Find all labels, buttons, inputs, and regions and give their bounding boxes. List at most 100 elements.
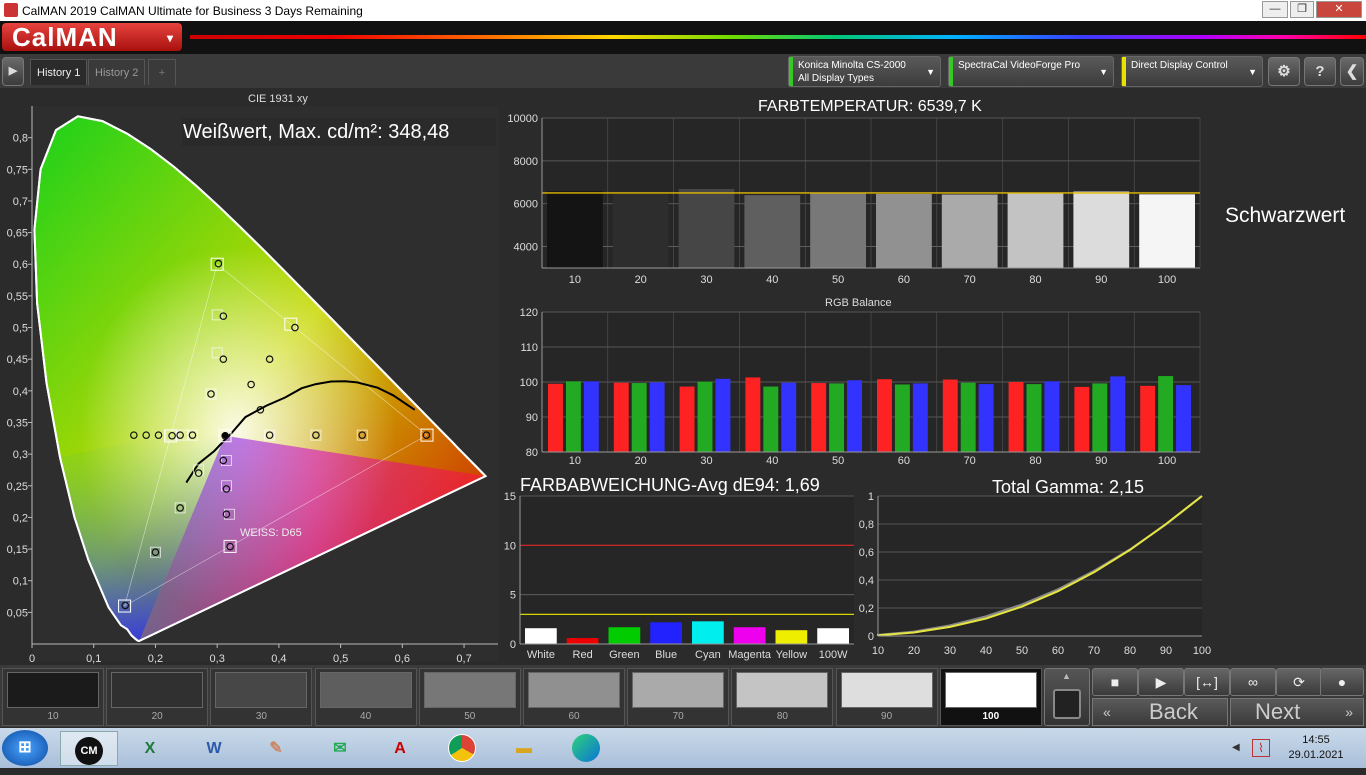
x-tick-label: 10 xyxy=(569,455,581,467)
folder-icon: ▬ xyxy=(516,740,532,757)
rgb-bar xyxy=(631,383,647,452)
display-control-selector[interactable]: Direct Display Control ▼ xyxy=(1121,56,1263,87)
tray-app-icon[interactable]: ⌇ xyxy=(1252,739,1270,757)
double-chevron-right-icon: » xyxy=(1345,704,1353,720)
x-tick-label: 90 xyxy=(1160,645,1172,657)
source-selector[interactable]: SpectraCal VideoForge Pro ▼ xyxy=(948,56,1114,87)
collapse-button[interactable]: ❮ xyxy=(1340,57,1364,86)
tray-clock[interactable]: 14:55 29.01.2021 xyxy=(1276,733,1356,763)
x-tick-label: 10 xyxy=(569,274,581,286)
taskbar-calman[interactable]: CM xyxy=(60,731,118,766)
app-icon xyxy=(4,3,18,17)
cie-panel: 0 0,1 0,2 0,3 0,4 0,5 0,6 0,7 0,05 0,1 0,15 0,2 0,25… xyxy=(0,88,498,668)
minimize-button[interactable]: — xyxy=(1262,1,1288,18)
expand-panel-button[interactable]: ▶ xyxy=(2,57,24,86)
rgb-bar xyxy=(1008,382,1024,452)
rgb-bar xyxy=(942,379,958,452)
taskbar-chrome[interactable] xyxy=(440,731,484,766)
play-button[interactable]: ▶ xyxy=(1138,668,1184,696)
x-tick-label: 70 xyxy=(964,274,976,286)
x-tick-label: 10 xyxy=(872,645,884,657)
swatch-60[interactable]: 60 xyxy=(523,668,625,726)
close-button[interactable]: ✕ xyxy=(1316,1,1362,18)
y-tick-label: 0 xyxy=(868,631,874,643)
x-tick-label: 0,4 xyxy=(271,653,286,665)
colortemp-bar xyxy=(612,192,669,268)
x-tick-label: 70 xyxy=(1088,645,1100,657)
gamma-chart: 0 0,2 0,4 0,6 0,8 1 10 20 30 40 50 60 70 80 90 100 xyxy=(859,491,1211,657)
taskbar-explorer[interactable]: ▬ xyxy=(502,731,546,766)
y-tick-label: 0,6 xyxy=(859,547,874,559)
y-tick-label: 10000 xyxy=(507,113,538,125)
refresh-button[interactable]: ⟳ xyxy=(1276,668,1322,696)
calman-logo-menu[interactable]: CalMAN ▾ xyxy=(2,23,182,51)
de-bar xyxy=(608,627,641,644)
play-icon: ▶ xyxy=(8,65,18,77)
display-status-bar xyxy=(1122,57,1126,86)
white-point-label: WEISS: D65 xyxy=(240,527,302,539)
patch-preview-button[interactable]: ▲ xyxy=(1044,668,1090,726)
settings-button[interactable]: ⚙ xyxy=(1268,57,1300,86)
x-tick-label: 0,6 xyxy=(395,653,410,665)
play-icon: ▶ xyxy=(1155,674,1167,690)
swatch-90[interactable]: 90 xyxy=(835,668,938,726)
tab-history-1[interactable]: History 1 xyxy=(30,59,88,85)
fit-button[interactable]: [↔] xyxy=(1184,668,1230,696)
y-tick-label: 0,35 xyxy=(7,417,28,429)
swatch-label: 30 xyxy=(255,711,267,722)
x-tick-label: 20 xyxy=(635,274,647,286)
x-tick-label: 20 xyxy=(908,645,920,657)
taskbar-excel[interactable]: X xyxy=(128,731,172,766)
window-title: CalMAN 2019 CalMAN Ultimate for Business… xyxy=(22,4,363,18)
loop-button[interactable]: ∞ xyxy=(1230,668,1276,696)
taskbar-acrobat[interactable]: A xyxy=(378,731,422,766)
taskbar-word[interactable]: W xyxy=(192,731,236,766)
swatch-80[interactable]: 80 xyxy=(731,668,834,726)
rgb-bar xyxy=(548,383,563,452)
start-button[interactable]: ⊞ xyxy=(2,730,48,766)
x-tick-label: 0,2 xyxy=(148,653,163,665)
y-tick-label: 8000 xyxy=(514,156,538,168)
taskbar-thunderbird[interactable]: ✉ xyxy=(318,731,362,766)
mail-icon: ✉ xyxy=(333,740,347,757)
rgb-bar xyxy=(978,384,994,452)
swatch-10[interactable]: 10 xyxy=(2,668,104,726)
tab-history-2[interactable]: History 2 xyxy=(88,59,146,85)
swatch-50[interactable]: 50 xyxy=(418,668,521,726)
rgb-bar xyxy=(1074,386,1090,452)
x-tick-label: 30 xyxy=(944,645,956,657)
swatch-100[interactable]: 100 xyxy=(939,668,1042,726)
stop-button[interactable]: ■ xyxy=(1092,668,1138,696)
taskbar-edge[interactable] xyxy=(564,731,608,766)
swatch-label: 60 xyxy=(568,711,580,722)
next-button[interactable]: Next » xyxy=(1230,698,1364,726)
swatch-30[interactable]: 30 xyxy=(210,668,313,726)
back-button[interactable]: « Back xyxy=(1092,698,1228,726)
colortemp-bar xyxy=(547,191,603,268)
x-tick-label: 40 xyxy=(980,645,992,657)
rgb-bar xyxy=(1176,385,1191,452)
record-button[interactable]: ● xyxy=(1320,668,1364,696)
meter-selector[interactable]: Konica Minolta CS-2000 All Display Types… xyxy=(788,56,941,87)
x-tick-label: 70 xyxy=(964,455,976,467)
rgb-bar xyxy=(697,381,713,452)
double-chevron-left-icon: « xyxy=(1103,704,1111,720)
rgb-bar xyxy=(583,381,599,452)
word-icon: W xyxy=(206,740,222,757)
tray-expand-icon[interactable]: ◀ xyxy=(1232,742,1240,753)
help-button[interactable]: ? xyxy=(1304,57,1336,86)
y-tick-label: 5 xyxy=(510,590,516,602)
maximize-button[interactable]: ❐ xyxy=(1290,1,1314,18)
swatch-label: 20 xyxy=(151,711,163,722)
add-tab-button[interactable]: + xyxy=(148,59,176,85)
rgb-bar xyxy=(960,382,976,452)
x-tick-label: 20 xyxy=(635,455,647,467)
swatch-label: 80 xyxy=(776,711,788,722)
rgb-bar xyxy=(877,379,892,452)
swatch-20[interactable]: 20 xyxy=(106,668,209,726)
swatch-40[interactable]: 40 xyxy=(314,668,417,726)
swatch-color xyxy=(319,672,412,708)
y-tick-label: 10 xyxy=(504,540,516,552)
taskbar-paint[interactable]: ✎ xyxy=(254,731,298,766)
swatch-70[interactable]: 70 xyxy=(627,668,730,726)
